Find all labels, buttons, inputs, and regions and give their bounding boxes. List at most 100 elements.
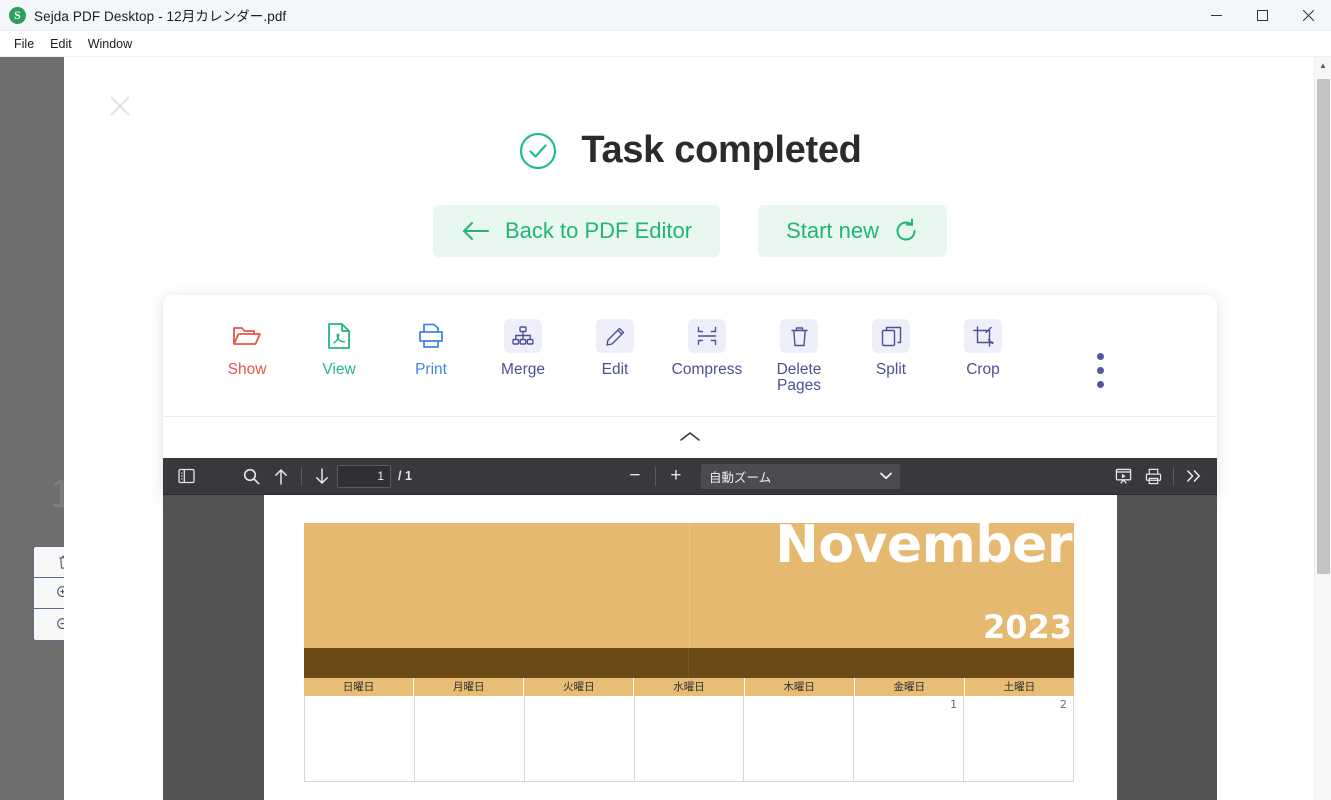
- toolbar-divider: [1173, 466, 1174, 486]
- menu-item-file[interactable]: File: [6, 34, 42, 54]
- scrollbar-thumb[interactable]: [1317, 79, 1330, 574]
- tool-split-label: Split: [875, 361, 907, 378]
- pdf-viewer-toolbar: / 1 − + 自動ズーム: [163, 458, 1217, 495]
- toolbar-divider: [301, 466, 302, 486]
- accent-bar-right: [689, 648, 1074, 678]
- viewer-more-tools-button[interactable]: [1179, 463, 1209, 489]
- menu-item-edit[interactable]: Edit: [42, 34, 80, 54]
- application-window: S Sejda PDF Desktop - 12月カレンダー.pdf File …: [0, 0, 1331, 800]
- presentation-mode-button[interactable]: [1108, 463, 1138, 489]
- calendar-cell: [634, 696, 745, 782]
- vertical-scrollbar[interactable]: ▲: [1314, 57, 1331, 800]
- weekday-sunday: 日曜日: [304, 678, 415, 696]
- calendar-cell: 1: [854, 696, 965, 782]
- kebab-menu-icon: [1097, 353, 1104, 360]
- title-bar: S Sejda PDF Desktop - 12月カレンダー.pdf: [0, 0, 1331, 31]
- tool-list: Show View Print Merge Edit Compress Dele…: [163, 295, 1217, 416]
- task-status-title: Task completed: [581, 129, 862, 171]
- overlay-close-button[interactable]: [102, 88, 138, 124]
- chevron-up-icon: [680, 432, 700, 441]
- pencil-icon: [596, 319, 634, 353]
- tool-print[interactable]: Print: [385, 319, 477, 378]
- weekday-wednesday: 水曜日: [634, 678, 745, 696]
- calendar-cell: [304, 696, 415, 782]
- menu-bar: File Edit Window: [0, 31, 1331, 57]
- calendar-cell: [414, 696, 525, 782]
- find-button[interactable]: [236, 463, 266, 489]
- tool-view-label: View: [322, 361, 356, 378]
- page-total-label: / 1: [398, 469, 412, 483]
- page-number-input[interactable]: [337, 464, 391, 488]
- weekday-saturday: 土曜日: [1003, 681, 1036, 693]
- tool-delete-pages[interactable]: Delete Pages: [753, 319, 845, 395]
- printer-icon: [1145, 468, 1161, 484]
- calendar-header: November 2023: [304, 515, 1074, 648]
- toggle-sidebar-button[interactable]: [171, 463, 201, 489]
- tool-edit[interactable]: Edit: [569, 319, 661, 378]
- calendar-cell: [524, 696, 635, 782]
- chevron-down-icon: [880, 472, 892, 480]
- zoom-in-button[interactable]: +: [661, 463, 691, 489]
- tool-view[interactable]: View: [293, 319, 385, 378]
- double-chevron-right-icon: [1186, 470, 1200, 482]
- calendar: November 2023 日曜日 月曜日 火曜日 水曜日 木曜日 金曜日 土曜…: [304, 515, 1075, 782]
- arrow-down-icon: [316, 467, 328, 484]
- minimize-icon: [1210, 15, 1222, 16]
- weekday-friday: 金曜日: [855, 678, 965, 696]
- zoom-level-select[interactable]: 自動ズーム: [700, 463, 900, 489]
- compress-icon: [688, 319, 726, 353]
- collapse-toolbar-button[interactable]: [163, 417, 1217, 457]
- back-to-pdf-editor-label: Back to PDF Editor: [504, 218, 693, 243]
- toolbar-divider: [654, 466, 656, 486]
- tool-compress[interactable]: Compress: [661, 319, 753, 378]
- close-icon: [110, 96, 130, 116]
- arrow-left-icon: [462, 222, 489, 240]
- calendar-accent-bar: [304, 648, 1074, 678]
- arrow-up-icon: [275, 468, 287, 485]
- scroll-up-button[interactable]: ▲: [1315, 57, 1331, 74]
- task-status-row: Task completed: [64, 129, 1316, 172]
- next-page-button[interactable]: [307, 463, 337, 489]
- calendar-week-row: 1 2: [304, 696, 1075, 782]
- start-new-button[interactable]: Start new: [758, 205, 947, 257]
- merge-icon: [504, 319, 542, 353]
- tool-crop-label: Crop: [966, 361, 1000, 378]
- search-icon: [243, 468, 259, 484]
- open-folder-icon: [228, 319, 266, 353]
- pdf-page: November 2023 日曜日 月曜日 火曜日 水曜日 木曜日 金曜日 土曜…: [264, 495, 1117, 800]
- task-result-overlay: Task completed Back to PDF Editor Start …: [64, 57, 1316, 800]
- date-number: 2: [1060, 698, 1068, 711]
- pdf-file-icon: [320, 319, 358, 353]
- zoom-out-button[interactable]: −: [620, 463, 650, 489]
- minimize-button[interactable]: [1193, 0, 1239, 31]
- maximize-icon: [1256, 10, 1268, 21]
- app-logo-icon: S: [9, 6, 26, 24]
- tool-compress-label: Compress: [671, 361, 743, 378]
- tool-crop[interactable]: Crop: [937, 319, 1029, 378]
- printer-icon: [412, 319, 450, 353]
- more-tools-button[interactable]: [1097, 353, 1104, 388]
- split-icon: [872, 319, 910, 353]
- calendar-month-label: November: [775, 515, 1072, 575]
- menu-item-window[interactable]: Window: [80, 34, 140, 54]
- window-controls: [1193, 0, 1331, 31]
- tool-merge-label: Merge: [501, 361, 545, 378]
- date-number: 1: [950, 698, 958, 711]
- close-window-button[interactable]: [1285, 0, 1331, 31]
- refresh-icon: [896, 218, 916, 241]
- tool-merge[interactable]: Merge: [477, 319, 569, 378]
- calendar-cell: [744, 696, 855, 782]
- tool-split[interactable]: Split: [845, 319, 937, 378]
- result-actions: Back to PDF Editor Start new: [64, 205, 1316, 257]
- calendar-year-label: 2023: [982, 608, 1072, 646]
- presentation-mode-icon: [1115, 468, 1131, 484]
- close-icon: [1302, 10, 1314, 21]
- back-to-pdf-editor-button[interactable]: Back to PDF Editor: [432, 205, 721, 257]
- previous-page-button[interactable]: [266, 463, 296, 489]
- maximize-button[interactable]: [1239, 0, 1285, 31]
- tool-edit-label: Edit: [601, 361, 629, 378]
- calendar-header-right: November 2023: [689, 515, 1074, 648]
- viewer-print-button[interactable]: [1138, 463, 1168, 489]
- dimmed-backdrop: 1: [0, 57, 95, 800]
- tool-show[interactable]: Show: [201, 319, 293, 378]
